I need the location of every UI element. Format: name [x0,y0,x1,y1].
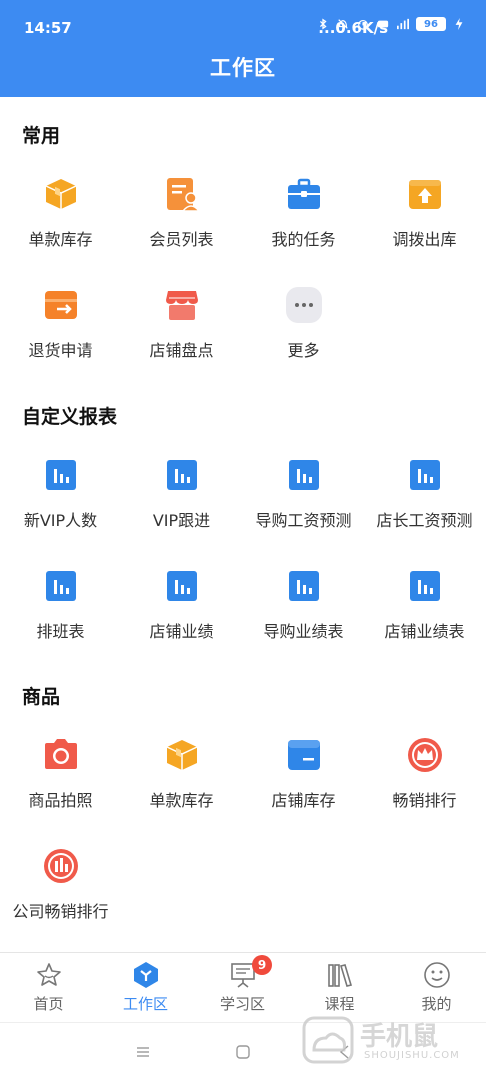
page-title: 工作区 [210,56,276,80]
grid-item-label: 单款库存 [149,791,214,810]
smiley-icon [423,962,450,988]
grid-item-label: 店铺业绩表 [384,622,465,641]
grid-item-label: 店铺业绩 [149,622,214,641]
grid-item-single-stock-2[interactable]: 单款库存 [121,737,242,811]
grid-item-more[interactable]: 更多 [243,287,364,361]
grid-item-report[interactable]: 店铺业绩 [121,568,242,642]
menu-icon[interactable] [134,1043,152,1061]
home-icon[interactable] [234,1043,252,1061]
grid-item-label: 会员列表 [149,230,214,249]
crown-icon [407,738,442,772]
grid-item-best-sellers[interactable]: 畅销排行 [364,737,485,811]
section-title-common: 常用 [22,125,61,147]
bar-chart-icon [45,460,76,490]
grid-item-single-stock[interactable]: 单款库存 [0,176,121,250]
briefcase-icon [287,178,320,209]
box-icon [166,740,197,770]
grid-item-label: 店铺库存 [271,791,336,810]
grid-item-return-request[interactable]: 退货申请 [0,287,121,361]
bar-chart-icon [409,571,440,601]
bar-chart-icon [166,571,197,601]
charging-icon [455,18,463,30]
watermark-subtext: SHOUJISHU.COM [364,1050,460,1061]
top-app-bar: 14:57 ...0.6K/s 96 工作区 [0,0,486,97]
section-title-custom-reports: 自定义报表 [22,406,118,428]
grid-item-report[interactable]: 排班表 [0,568,121,642]
grid-item-report[interactable]: 导购业绩表 [243,568,364,642]
tab-label: 首页 [33,995,64,1013]
grid-item-label: 调拨出库 [392,230,457,249]
grid-item-transfer-out[interactable]: 调拨出库 [364,176,485,250]
grid-item-report[interactable]: 店长工资预测 [364,457,485,531]
grid-item-store-inventory-check[interactable]: 店铺盘点 [121,287,242,361]
signal-icon [397,18,409,30]
grid-item-label: 我的任务 [271,230,336,249]
grid-item-label: 店铺盘点 [149,341,214,360]
status-icons: 96 [316,17,466,31]
bluetooth-icon [319,18,327,30]
tab-workspace[interactable]: 工作区 [97,953,194,1023]
grid-item-product-photo[interactable]: 商品拍照 [0,737,121,811]
watermark-text: 手机鼠 [360,1022,439,1052]
grid-item-label: 店长工资预测 [376,511,473,530]
battery-indicator: 96 [416,17,446,31]
return-icon [44,291,77,319]
ranking-chart-icon [43,849,78,883]
grid-item-report[interactable]: 导购工资预测 [243,457,364,531]
grid-item-report[interactable]: VIP跟进 [121,457,242,531]
tab-learning[interactable]: 9 学习区 [194,953,291,1023]
grid-item-label: VIP跟进 [152,511,211,530]
grid-item-label: 退货申请 [28,341,93,360]
grid-item-my-tasks[interactable]: 我的任务 [243,176,364,250]
grid-item-label: 商品拍照 [28,791,93,810]
bar-chart-icon [288,460,319,490]
box-icon [45,179,76,209]
more-icon [285,287,322,323]
member-list-icon [166,178,200,212]
transfer-out-icon [408,180,441,209]
books-icon [327,964,352,987]
grid-item-member-list[interactable]: 会员列表 [121,176,242,250]
watermark-logo-icon [302,1016,354,1064]
camera-icon [44,739,77,769]
grid-item-label: 导购业绩表 [263,622,344,641]
grid-item-label: 畅销排行 [392,791,457,810]
grid-item-company-best-sellers[interactable]: 公司畅销排行 [0,848,121,922]
grid-item-report[interactable]: 店铺业绩表 [364,568,485,642]
tab-home[interactable]: 首页 [0,953,97,1023]
grid-item-label: 导购工资预测 [255,511,352,530]
grid-item-label: 公司畅销排行 [12,902,109,921]
bar-chart-icon [166,460,197,490]
tab-label: 工作区 [122,995,168,1013]
watermark: 手机鼠 SHOUJISHU.COM [302,1010,472,1070]
grid-item-label: 排班表 [36,622,85,641]
workspace-icon [133,962,158,988]
bar-chart-icon [288,571,319,601]
notification-badge: 9 [252,955,272,975]
grid-item-store-stock[interactable]: 店铺库存 [243,737,364,811]
section-title-products: 商品 [22,686,61,708]
grid-item-label: 新VIP人数 [23,511,98,530]
grid-item-label: 单款库存 [28,230,93,249]
bar-chart-icon [409,460,440,490]
bar-chart-icon [45,571,76,601]
grid-item-report[interactable]: 新VIP人数 [0,457,121,531]
tab-label: 学习区 [219,995,265,1013]
mute-icon [338,19,348,29]
store-icon [165,291,198,320]
status-bar: 14:57 ...0.6K/s 96 [0,0,486,48]
folder-icon [287,740,320,770]
hd-icon [377,20,389,28]
status-time: 14:57 [24,19,72,37]
alarm-icon [358,19,368,30]
star-icon [36,963,61,986]
grid-item-label: 更多 [287,341,320,360]
